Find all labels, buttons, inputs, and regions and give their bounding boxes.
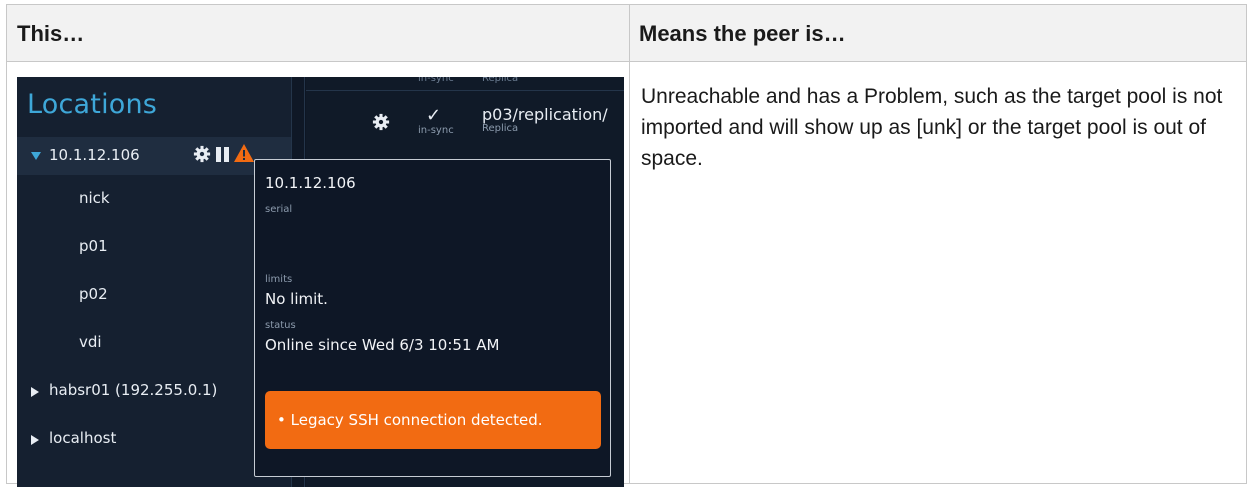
caret-down-icon[interactable] <box>31 152 41 160</box>
description-text: Unreachable and has a Problem, such as t… <box>641 85 1223 170</box>
locations-title: Locations <box>27 89 158 120</box>
replication-type: Replica <box>482 123 519 134</box>
gear-icon[interactable] <box>193 145 211 163</box>
ssh-alert-badge: • Legacy SSH connection detected. <box>265 391 601 449</box>
faint-type: Replica <box>482 77 519 84</box>
table-header-row: This… Means the peer is… <box>7 5 1246 62</box>
check-icon: ✓ <box>426 105 442 126</box>
host-item-habsr01[interactable]: habsr01 (192.255.0.1) <box>49 381 217 399</box>
replication-gear-icon[interactable] <box>372 113 390 131</box>
caret-right-icon[interactable] <box>31 435 39 445</box>
column-divider <box>629 5 630 483</box>
selected-node-row[interactable]: 10.1.12.106 <box>17 137 291 175</box>
limits-value: No limit. <box>265 290 328 308</box>
peer-tooltip: 10.1.12.106 serial limits No limit. stat… <box>254 159 611 477</box>
header-means: Means the peer is… <box>639 21 846 46</box>
status-value: Online since Wed 6/3 10:51 AM <box>265 336 500 354</box>
limits-label: limits <box>265 274 293 285</box>
warning-icon <box>234 144 254 162</box>
faint-status: in-sync <box>418 77 454 84</box>
tooltip-title: 10.1.12.106 <box>265 174 356 192</box>
embedded-screenshot: Locations 10.1.12.106 nick p01 p02 vdi h… <box>17 77 624 487</box>
replication-status: in-sync <box>418 125 454 136</box>
document-table: This… Means the peer is… Locations 10.1.… <box>6 4 1247 487</box>
pool-item[interactable]: p01 <box>79 237 108 255</box>
node-label: 10.1.12.106 <box>49 146 140 164</box>
pause-icon[interactable] <box>216 147 230 162</box>
faint-replication-row: in-sync Replica <box>306 77 624 91</box>
pool-item[interactable]: nick <box>79 189 110 207</box>
pool-item[interactable]: p02 <box>79 285 108 303</box>
caret-right-icon[interactable] <box>31 387 39 397</box>
header-this: This… <box>17 21 85 46</box>
host-item-localhost[interactable]: localhost <box>49 429 116 447</box>
serial-label: serial <box>265 204 293 215</box>
pool-item[interactable]: vdi <box>79 333 102 351</box>
replication-path[interactable]: p03/replication/ <box>482 105 608 124</box>
status-label: status <box>265 320 296 331</box>
locations-sidebar: Locations 10.1.12.106 nick p01 p02 vdi h… <box>17 77 291 487</box>
